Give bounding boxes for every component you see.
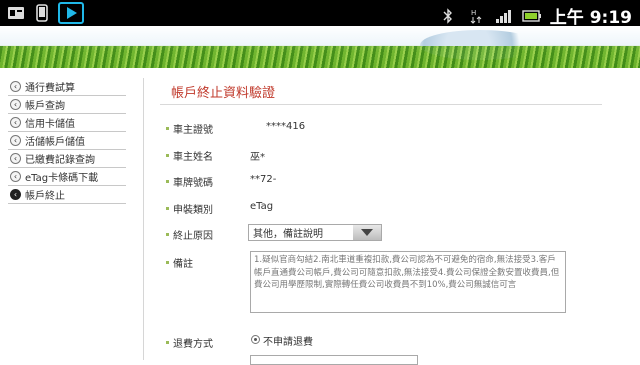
page-title: 帳戶終止資料驗證 xyxy=(171,86,276,101)
sidebar-item-credit-card-topup[interactable]: ‹ 信用卡儲值 xyxy=(8,114,126,132)
select-value: 其他，備註說明 xyxy=(253,229,323,240)
chevron-left-icon: ‹ xyxy=(10,81,21,92)
sidebar-item-savings-topup[interactable]: ‹ 活儲帳戶儲值 xyxy=(8,132,126,150)
chevron-left-icon: ‹ xyxy=(10,189,21,200)
bullet-icon xyxy=(166,180,169,183)
sidebar-item-etag-barcode[interactable]: ‹ eTag卡條碼下載 xyxy=(8,168,126,186)
chevron-left-icon: ‹ xyxy=(10,171,21,182)
battery-icon xyxy=(522,6,542,26)
sidebar-item-account-query[interactable]: ‹ 帳戶查詢 xyxy=(8,96,126,114)
refund-method-label: 退費方式 xyxy=(166,335,213,350)
owner-name-value: 巫* xyxy=(250,152,265,163)
plate-label: 車牌號碼 xyxy=(166,174,213,189)
sidebar-item-label: 信用卡儲值 xyxy=(25,119,75,130)
refund-none-radio[interactable] xyxy=(251,335,260,344)
svg-text:H: H xyxy=(471,9,476,17)
chevron-left-icon: ‹ xyxy=(10,117,21,128)
sidebar-item-label: 已繳費記錄查詢 xyxy=(25,155,95,166)
chevron-left-icon: ‹ xyxy=(10,135,21,146)
bullet-icon xyxy=(166,341,169,344)
bluetooth-icon xyxy=(438,6,458,26)
sidebar-nav: ‹ 通行費試算 ‹ 帳戶查詢 ‹ 信用卡儲值 ‹ 活儲帳戶儲值 ‹ 已繳費記錄查… xyxy=(8,78,126,204)
chevron-left-icon: ‹ xyxy=(10,153,21,164)
install-type-value: eTag xyxy=(250,201,274,212)
bullet-icon xyxy=(166,261,169,264)
data-arrows-icon: H xyxy=(466,6,486,26)
title-divider xyxy=(160,104,602,105)
chevron-left-icon: ‹ xyxy=(10,99,21,110)
dropdown-arrow-icon[interactable] xyxy=(353,225,381,240)
refund-none-label: 不申請退費 xyxy=(263,337,313,348)
clock: 上午 9:19 xyxy=(549,8,632,28)
grass-decoration xyxy=(0,46,640,68)
sidebar-item-label: 帳戶終止 xyxy=(25,191,65,202)
content-divider xyxy=(143,78,144,360)
install-type-label: 申裝類別 xyxy=(166,201,213,216)
header-banner xyxy=(0,26,640,68)
termination-reason-select[interactable]: 其他，備註說明 xyxy=(248,224,382,241)
owner-id-label: 車主證號 xyxy=(166,121,213,136)
bullet-icon xyxy=(166,207,169,210)
owner-id-value: ****416 xyxy=(266,121,306,132)
next-field-box[interactable] xyxy=(250,355,418,365)
note-label: 備註 xyxy=(166,255,193,270)
sidebar-item-label: 通行費試算 xyxy=(25,83,75,94)
sidebar-item-account-termination[interactable]: ‹ 帳戶終止 xyxy=(8,186,126,204)
sidebar-item-toll-estimate[interactable]: ‹ 通行費試算 xyxy=(8,78,126,96)
status-bar: H 上午 9:19 xyxy=(0,0,640,28)
phone-icon xyxy=(32,3,52,23)
note-textarea[interactable]: 1.疑似官商勾結2.南北車道重複扣款,費公司認為不可避免的宿命,無法接受3.客戶… xyxy=(250,251,566,313)
sidebar-item-payment-history[interactable]: ‹ 已繳費記錄查詢 xyxy=(8,150,126,168)
sim-icon xyxy=(6,3,26,23)
bullet-icon xyxy=(166,127,169,130)
sidebar-item-label: 帳戶查詢 xyxy=(25,101,65,112)
play-store-icon xyxy=(58,2,84,24)
reason-label: 終止原因 xyxy=(166,227,213,242)
bullet-icon xyxy=(166,233,169,236)
bullet-icon xyxy=(166,154,169,157)
sidebar-item-label: 活儲帳戶儲值 xyxy=(25,137,85,148)
signal-icon xyxy=(494,6,514,26)
owner-name-label: 車主姓名 xyxy=(166,148,213,163)
plate-value: **72- xyxy=(250,174,277,185)
sidebar-item-label: eTag卡條碼下載 xyxy=(25,173,99,184)
